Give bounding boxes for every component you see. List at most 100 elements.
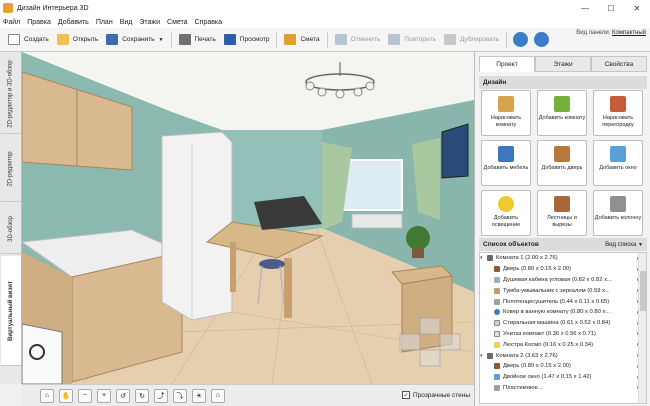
list-item[interactable]: Люстра Космо (0.16 x 0.25 x 0.34)	[480, 339, 646, 350]
tilt-down-icon[interactable]: ⤵	[173, 388, 187, 403]
list-item[interactable]: Тумба-умывальник с зеркалом (0.59 x...	[480, 285, 646, 296]
add-room-button[interactable]: Добавить комнату	[537, 90, 587, 136]
list-item[interactable]: Душевая кабина угловая (0.82 x 0.82 x...	[480, 275, 646, 286]
list-item[interactable]: Стиральная машина (0.61 x 0.52 x 0.84)	[480, 318, 646, 329]
tab-3d-view-label: 3D-обзор	[8, 215, 15, 242]
redo-button[interactable]: Повторить	[384, 31, 440, 49]
tab-properties[interactable]: Свойства	[591, 56, 647, 72]
objects-list: ▾ Комната 1 (2.00 x 2.76) Дверь (0.80 x …	[479, 252, 647, 404]
chair-icon	[498, 146, 514, 162]
tab-2d-and-3d[interactable]: 2D-редактор и 3D-обзор	[1, 54, 21, 134]
panel-view-value[interactable]: Компактный	[612, 30, 646, 36]
add-lighting-button[interactable]: Добавить освещение	[481, 190, 531, 236]
add-door-button[interactable]: Добавить дверь	[537, 140, 587, 186]
duplicate-icon	[444, 34, 457, 45]
list-item[interactable]: Пластиковое...	[480, 383, 646, 394]
save-dropdown-arrow[interactable]: ▼	[159, 37, 164, 43]
create-button[interactable]: Создать	[4, 31, 53, 49]
list-view-arrow: ▼	[638, 241, 643, 248]
refrigerator	[161, 131, 233, 321]
hand-pan-icon[interactable]: ✋	[59, 388, 73, 403]
draw-partition-label: Нарисовать перегородку	[602, 115, 634, 128]
collapse-icon[interactable]: ▾	[480, 255, 487, 261]
estimate-label: Смета	[300, 36, 320, 43]
panel-view-label: Вид панели:	[576, 30, 611, 36]
add-window-label: Добавить окно	[599, 165, 637, 171]
design-actions-grid: Нарисовать комнату Добавить комнату Нари…	[481, 90, 645, 236]
toolbar-separator	[326, 31, 328, 48]
tab-2d-editor[interactable]: 2D-редактор	[1, 136, 21, 202]
list-item-label: Дверь (0.80 x 0.15 x 2.00)	[503, 363, 571, 370]
collapse-icon[interactable]: ▾	[480, 353, 487, 359]
column-icon	[610, 196, 626, 212]
print-button[interactable]: Печать	[175, 31, 220, 49]
tab-virtual-visit[interactable]: Виртуальный визит	[1, 256, 21, 366]
duplicate-button[interactable]: Дублировать	[440, 31, 503, 49]
right-panel: Проект Этажи Свойства Дизайн Нарисовать …	[474, 52, 650, 406]
menu-add[interactable]: Добавить	[58, 19, 89, 26]
list-item[interactable]: Ковер в ванную комнату (0.80 x 0.80 x...	[480, 307, 646, 318]
rotate-left-icon[interactable]: ↺	[116, 388, 130, 403]
list-item-label: Люстра Космо (0.16 x 0.25 x 0.34)	[503, 341, 594, 348]
list-item[interactable]: ▾ Комната 2 (3.63 x 2.76)	[480, 350, 646, 361]
list-item[interactable]: ▾ Комната 1 (2.00 x 2.76)	[480, 253, 646, 264]
duplicate-label: Дублировать	[460, 36, 500, 43]
list-item[interactable]: Двойное окно (1.47 x 0.15 x 1.42)	[480, 372, 646, 383]
3d-viewport[interactable]	[22, 52, 474, 384]
menu-help[interactable]: Справка	[195, 19, 222, 26]
draw-room-button[interactable]: Нарисовать комнату	[481, 90, 531, 136]
3d-scene	[22, 52, 474, 384]
menu-file[interactable]: Файл	[3, 19, 20, 26]
transparent-walls-checkbox[interactable]: ✓	[402, 391, 410, 399]
list-item-label: Душевая кабина угловая (0.82 x 0.82 x...	[503, 276, 612, 283]
add-column-button[interactable]: Добавить колонну	[593, 190, 643, 236]
add-furniture-button[interactable]: Добавить мебель	[481, 140, 531, 186]
close-button[interactable]: ✕	[624, 0, 650, 16]
zoom-in-icon[interactable]: +	[97, 388, 111, 403]
menu-plan[interactable]: План	[96, 19, 113, 26]
menu-view[interactable]: Вид	[120, 19, 133, 26]
minimize-button[interactable]: —	[572, 0, 598, 16]
undo-button[interactable]: Отменить	[331, 31, 385, 49]
add-window-button[interactable]: Добавить окно	[593, 140, 643, 186]
zoom-out-icon[interactable]: −	[78, 388, 92, 403]
list-item[interactable]: Дверь (0.80 x 0.15 x 2.00)	[480, 361, 646, 372]
objects-scrollbar[interactable]	[638, 253, 646, 403]
transparent-walls-toggle[interactable]: ✓ Прозрачные стены	[402, 391, 470, 399]
print-label: Печать	[194, 36, 216, 43]
list-item-label: Двойное окно (1.47 x 0.15 x 1.42)	[503, 374, 592, 381]
gear-icon[interactable]	[513, 32, 529, 47]
list-item[interactable]: Унитаз компакт (0.36 x 0.56 x 0.71)	[480, 329, 646, 340]
tab-project[interactable]: Проект	[479, 56, 535, 72]
preview-button[interactable]: Просмотр	[220, 31, 274, 49]
stairs-cutouts-button[interactable]: Лестницы и вырезы	[537, 190, 587, 236]
list-item[interactable]: Дверь (0.80 x 0.15 x 2.00)	[480, 264, 646, 275]
tab-3d-view[interactable]: 3D-обзор	[1, 204, 21, 254]
menu-estimate[interactable]: Смета	[167, 19, 188, 26]
view-3d-icon[interactable]: ⌂	[40, 388, 54, 403]
list-view-label: Вид списка	[605, 241, 637, 248]
maximize-button[interactable]: ☐	[598, 0, 624, 16]
tab-floors[interactable]: Этажи	[535, 56, 591, 72]
lightbulb-icon	[498, 196, 514, 212]
transparent-walls-label: Прозрачные стены	[413, 391, 470, 399]
panel-view-selector[interactable]: Вид панели: Компактный	[576, 30, 646, 36]
view-mode-tabs: 2D-редактор и 3D-обзор 2D-редактор 3D-об…	[0, 52, 22, 384]
list-view-selector[interactable]: Вид списка ▼	[605, 242, 643, 248]
tilt-up-icon[interactable]: ⤴	[154, 388, 168, 403]
draw-partition-button[interactable]: Нарисовать перегородку	[593, 90, 643, 136]
open-button[interactable]: Открыть	[53, 31, 103, 49]
create-label: Создать	[24, 36, 49, 43]
save-button[interactable]: Сохранить ▼	[102, 31, 167, 49]
home-icon[interactable]: ⌂	[211, 388, 225, 403]
window-title: Дизайн Интерьера 3D	[17, 4, 89, 12]
list-item[interactable]: Полотенцесушитель (0.44 x 0.11 x 0.65)	[480, 296, 646, 307]
menu-edit[interactable]: Правка	[27, 19, 51, 26]
help-icon[interactable]	[534, 32, 550, 47]
rotate-right-icon[interactable]: ↻	[135, 388, 149, 403]
lightbulb-icon[interactable]: ☀	[192, 388, 206, 403]
design-section-header: Дизайн	[479, 76, 647, 89]
menu-floors[interactable]: Этажи	[139, 19, 160, 26]
scrollbar-thumb[interactable]	[640, 271, 646, 311]
estimate-button[interactable]: Смета	[280, 31, 323, 49]
